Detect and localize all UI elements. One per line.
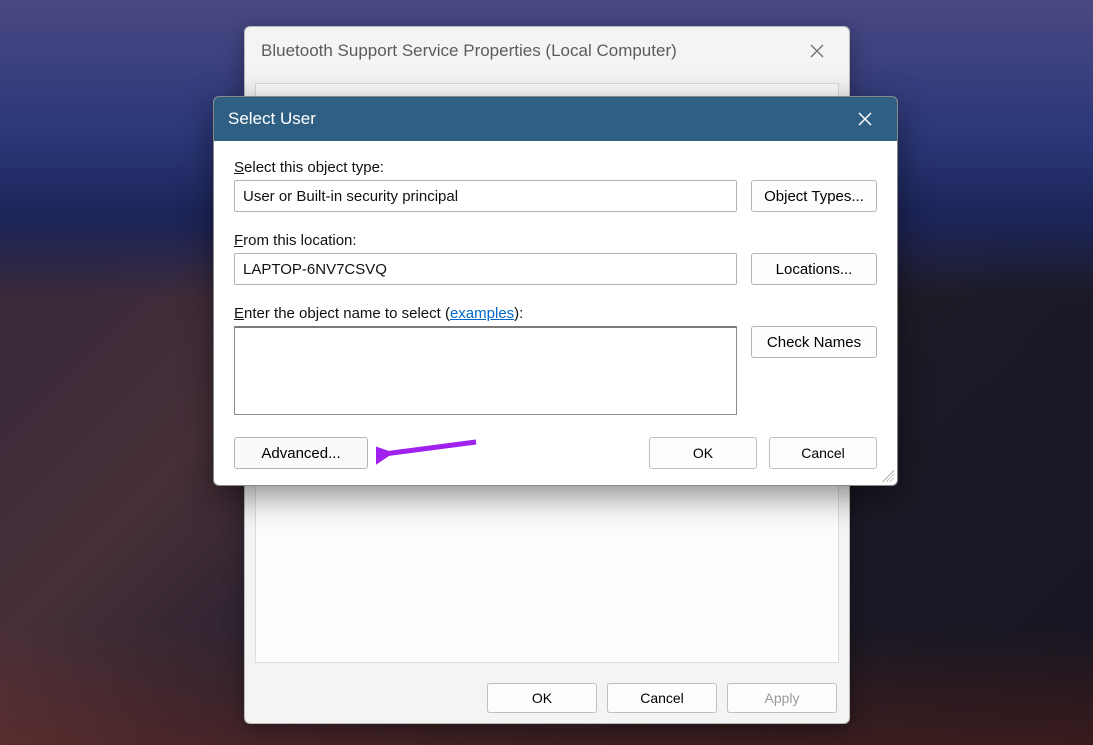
enter-name-label: Enter the object name to select (example… (234, 305, 877, 322)
object-type-label: Select this object type: (234, 159, 877, 176)
bluetooth-properties-title: Bluetooth Support Service Properties (Lo… (261, 41, 677, 61)
advanced-button[interactable]: Advanced... (234, 437, 368, 469)
check-names-button[interactable]: Check Names (751, 326, 877, 358)
select-user-titlebar[interactable]: Select User (214, 97, 897, 141)
ok-button[interactable]: OK (649, 437, 757, 469)
examples-link[interactable]: examples (450, 305, 514, 322)
close-icon[interactable] (847, 101, 883, 137)
cancel-button[interactable]: Cancel (769, 437, 877, 469)
locations-button[interactable]: Locations... (751, 253, 877, 285)
location-field: LAPTOP-6NV7CSVQ (234, 253, 737, 285)
resize-grip-icon[interactable] (882, 470, 894, 482)
enter-name-suffix: ): (514, 305, 523, 322)
object-type-value: User or Built-in security principal (243, 188, 458, 205)
cancel-button[interactable]: Cancel (607, 683, 717, 713)
select-user-dialog: Select User Select this object type: Use… (213, 96, 898, 486)
object-types-button[interactable]: Object Types... (751, 180, 877, 212)
ok-button[interactable]: OK (487, 683, 597, 713)
location-label: From this location: (234, 232, 877, 249)
select-user-title: Select User (228, 109, 316, 129)
close-icon[interactable] (801, 35, 833, 67)
object-type-field: User or Built-in security principal (234, 180, 737, 212)
select-user-body: Select this object type: User or Built-i… (214, 141, 897, 485)
object-name-input[interactable] (234, 326, 737, 415)
location-value: LAPTOP-6NV7CSVQ (243, 261, 387, 278)
bluetooth-properties-titlebar[interactable]: Bluetooth Support Service Properties (Lo… (245, 27, 849, 75)
bluetooth-properties-footer: OK Cancel Apply (257, 683, 837, 713)
apply-button: Apply (727, 683, 837, 713)
